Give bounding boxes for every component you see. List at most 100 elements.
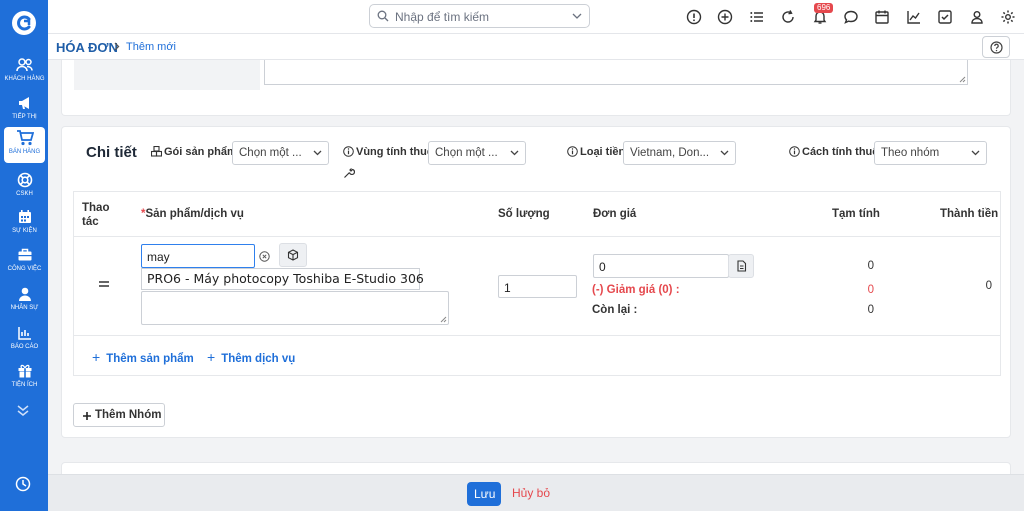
unit-price-input[interactable]: 0 xyxy=(593,254,729,278)
clear-icon[interactable] xyxy=(259,251,270,262)
label-cell xyxy=(74,60,260,90)
sidebar-item-label: BÁN HÀNG xyxy=(8,149,41,155)
product-package-value: Chọn một ... xyxy=(239,147,302,159)
detail-card: Chi tiết Gói sản phẩm Chọn một ... Vùng … xyxy=(61,126,1011,438)
add-product-text: Thêm sản phẩm xyxy=(106,353,194,365)
tax-region-label: Vùng tính thuế xyxy=(343,146,433,158)
quantity-value: 1 xyxy=(504,281,511,295)
plus-icon: + xyxy=(92,349,101,365)
price-list-button[interactable] xyxy=(728,254,754,278)
sidebar-item-label: NHÂN SỰ xyxy=(10,305,39,311)
user-icon[interactable] xyxy=(969,9,985,25)
breadcrumb: HÓA ĐƠN Thêm mới xyxy=(48,34,1024,60)
discount-value: 0 xyxy=(867,284,874,296)
add-group-button[interactable]: Thêm Nhóm xyxy=(73,403,165,427)
sidebar-item-tien-ich[interactable]: TIỆN ÍCH xyxy=(4,360,45,396)
chevron-right-icon xyxy=(114,42,120,51)
product-package-select[interactable]: Chọn một ... xyxy=(232,141,329,165)
header-total: Thành tiền xyxy=(940,208,999,220)
sidebar-item-cskh[interactable]: CSKH xyxy=(4,169,45,205)
add-group-text: Thêm Nhóm xyxy=(95,409,162,421)
chart-line-icon[interactable] xyxy=(906,9,922,25)
tax-region-select[interactable]: Chọn một ... xyxy=(428,141,526,165)
sidebar-item-cong-viec[interactable]: CÔNG VIỆC xyxy=(4,244,45,280)
currency-label: Loại tiền xyxy=(567,146,625,158)
calc-method-select[interactable]: Theo nhóm xyxy=(874,141,987,165)
product-picker-button[interactable] xyxy=(279,243,307,267)
chevrons-down-icon[interactable] xyxy=(16,403,30,417)
product-suggestion-text: PRO6 - Máy photocopy Toshiba E-Studio 30… xyxy=(147,271,424,286)
header-subtotal: Tạm tính xyxy=(832,208,880,220)
add-circle-icon[interactable] xyxy=(717,9,733,25)
chevron-down-icon xyxy=(720,150,729,156)
topbar: Nhập để tìm kiếm 696 xyxy=(48,0,1024,34)
tax-region-label-text: Vùng tính thuế xyxy=(356,146,433,158)
calc-method-label-text: Cách tính thuế xyxy=(802,146,879,158)
divider xyxy=(74,236,1000,237)
sidebar-item-ban-hang[interactable]: BÁN HÀNG xyxy=(4,127,45,163)
sidebar-item-label: BÁO CÁO xyxy=(10,344,39,350)
discount-label[interactable]: (-) Giảm giá (0) : xyxy=(592,284,680,296)
tax-region-value: Chọn một ... xyxy=(435,147,498,159)
checkbox-icon[interactable] xyxy=(937,9,953,25)
product-search-input[interactable]: may xyxy=(141,244,255,268)
help-button[interactable] xyxy=(982,36,1010,58)
global-search[interactable]: Nhập để tìm kiếm xyxy=(369,4,590,28)
cart-icon xyxy=(16,130,34,146)
add-product-link[interactable]: + Thêm sản phẩm xyxy=(92,349,194,365)
alert-circle-icon[interactable] xyxy=(686,9,702,25)
users-icon xyxy=(15,58,33,72)
wrench-icon[interactable] xyxy=(343,167,355,179)
product-package-label: Gói sản phẩm xyxy=(150,145,237,158)
document-icon xyxy=(737,260,747,272)
calendar-icon[interactable] xyxy=(874,9,890,25)
gear-icon[interactable] xyxy=(1000,9,1016,25)
currency-select[interactable]: Vietnam, Don... xyxy=(623,141,736,165)
header-product: *Sản phẩm/dịch vụ xyxy=(141,208,244,220)
refresh-icon[interactable] xyxy=(780,9,796,25)
app-logo-icon[interactable] xyxy=(11,10,37,36)
drag-handle-icon[interactable] xyxy=(99,280,109,288)
header-quantity: Số lượng xyxy=(498,208,550,220)
info-icon xyxy=(343,146,354,157)
box-icon xyxy=(287,249,299,261)
product-suggestion-item[interactable]: PRO6 - Máy photocopy Toshiba E-Studio 30… xyxy=(141,268,424,290)
breadcrumb-root[interactable]: HÓA ĐƠN xyxy=(56,40,118,55)
add-service-text: Thêm dịch vụ xyxy=(221,353,296,365)
search-input[interactable]: Nhập để tìm kiếm xyxy=(395,10,489,24)
chat-icon[interactable] xyxy=(843,9,859,25)
sidebar-item-tiep-thi[interactable]: TIẾP THỊ xyxy=(4,92,45,128)
resize-handle-icon[interactable] xyxy=(440,316,447,323)
description-field[interactable] xyxy=(264,60,968,85)
clock-icon[interactable] xyxy=(15,476,31,492)
sidebar-item-label: CSKH xyxy=(16,191,33,197)
currency-value: Vietnam, Don... xyxy=(630,147,710,159)
person-icon xyxy=(18,287,31,301)
header-unit-price: Đơn giá xyxy=(593,208,637,220)
sidebar-item-bao-cao[interactable]: BÁO CÁO xyxy=(4,322,45,358)
chevron-down-icon xyxy=(313,150,322,156)
lifebuoy-icon xyxy=(17,172,32,188)
header-action: Thao tác xyxy=(82,202,110,228)
report-icon xyxy=(17,327,31,340)
notification-badge: 696 xyxy=(814,3,834,13)
resize-handle-icon[interactable] xyxy=(959,76,966,83)
quantity-input[interactable]: 1 xyxy=(498,275,577,298)
calendar-icon xyxy=(18,210,31,223)
sidebar-item-nhan-su[interactable]: NHÂN SỰ xyxy=(4,283,45,319)
add-service-link[interactable]: + Thêm dịch vụ xyxy=(207,349,295,365)
gift-icon xyxy=(18,364,31,378)
sidebar-item-su-kien[interactable]: SỰ KIỆN xyxy=(4,206,45,242)
cancel-button[interactable]: Hủy bỏ xyxy=(512,486,550,500)
plus-icon xyxy=(83,412,91,420)
chevron-down-icon xyxy=(971,150,980,156)
form-footer: Lưu Hủy bỏ xyxy=(48,474,1024,511)
calc-method-value: Theo nhóm xyxy=(881,147,940,159)
list-icon[interactable] xyxy=(749,9,765,25)
sidebar-item-khach-hang[interactable]: KHÁCH HÀNG xyxy=(4,54,45,90)
info-icon xyxy=(567,146,578,157)
megaphone-icon xyxy=(18,97,29,109)
save-button[interactable]: Lưu xyxy=(467,482,501,506)
remaining-value: 0 xyxy=(867,304,874,316)
product-note-field[interactable] xyxy=(141,291,449,325)
